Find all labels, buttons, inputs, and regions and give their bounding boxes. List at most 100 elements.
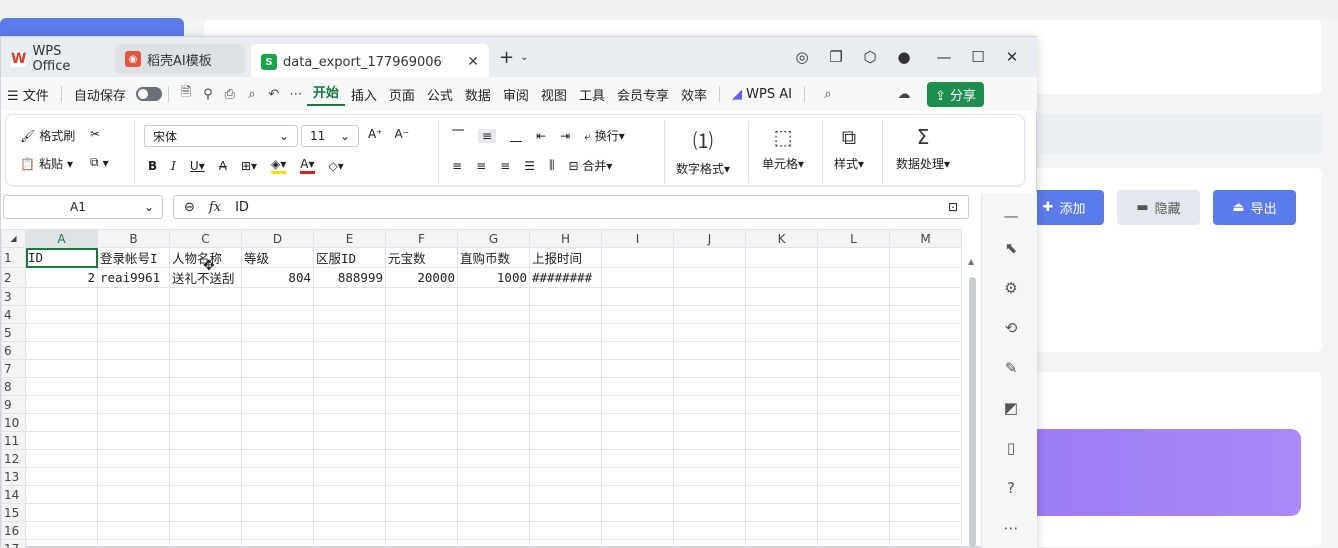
- export-button[interactable]: ⏏导出: [1213, 190, 1296, 225]
- cell[interactable]: [746, 306, 818, 324]
- cell[interactable]: [242, 306, 314, 324]
- cell[interactable]: [818, 450, 890, 468]
- cell[interactable]: [674, 468, 746, 486]
- cell[interactable]: [26, 396, 98, 414]
- cell[interactable]: [458, 342, 530, 360]
- cell[interactable]: [26, 522, 98, 540]
- cell[interactable]: [458, 486, 530, 504]
- cell[interactable]: [602, 486, 674, 504]
- cell[interactable]: [458, 432, 530, 450]
- cell[interactable]: [98, 360, 170, 378]
- cell[interactable]: [746, 360, 818, 378]
- cell[interactable]: [890, 360, 962, 378]
- cell[interactable]: [818, 306, 890, 324]
- cell[interactable]: [170, 504, 242, 522]
- cell[interactable]: [386, 504, 458, 522]
- cell[interactable]: [386, 396, 458, 414]
- cell[interactable]: [242, 288, 314, 306]
- cell[interactable]: [602, 378, 674, 396]
- cell[interactable]: [746, 450, 818, 468]
- indent-icon[interactable]: ⇥: [560, 129, 570, 143]
- help-icon[interactable]: ?: [1000, 477, 1022, 499]
- collapse-icon[interactable]: —: [1000, 205, 1022, 227]
- cell[interactable]: [242, 468, 314, 486]
- cell[interactable]: [314, 360, 386, 378]
- cell[interactable]: [818, 504, 890, 522]
- row-header[interactable]: 1: [2, 248, 26, 268]
- cell[interactable]: [170, 450, 242, 468]
- cell[interactable]: [746, 522, 818, 540]
- tab-page[interactable]: 页面: [383, 85, 421, 104]
- cell[interactable]: 元宝数: [386, 248, 458, 268]
- cell[interactable]: [98, 450, 170, 468]
- print-preview-icon[interactable]: ⌕: [241, 87, 263, 102]
- bold-icon[interactable]: B: [148, 159, 157, 173]
- chart-icon[interactable]: ◩: [1000, 397, 1022, 419]
- cell[interactable]: [98, 414, 170, 432]
- cell[interactable]: [98, 522, 170, 540]
- cell[interactable]: [674, 324, 746, 342]
- cell[interactable]: [530, 360, 602, 378]
- cell[interactable]: [26, 450, 98, 468]
- avatar[interactable]: ●: [887, 48, 921, 66]
- cell[interactable]: [458, 288, 530, 306]
- cube-icon[interactable]: ⬡: [853, 48, 887, 66]
- row-header[interactable]: 12: [2, 450, 26, 468]
- cell[interactable]: [530, 414, 602, 432]
- scrollbar-thumb[interactable]: [969, 277, 976, 547]
- cell[interactable]: [890, 504, 962, 522]
- cell[interactable]: [98, 378, 170, 396]
- cell[interactable]: [170, 324, 242, 342]
- hide-button[interactable]: ▬隐藏: [1117, 190, 1200, 225]
- cell[interactable]: [170, 486, 242, 504]
- cell[interactable]: [26, 360, 98, 378]
- cloud-upload-icon[interactable]: ☁: [893, 87, 915, 102]
- column-header[interactable]: A: [26, 230, 98, 248]
- cell[interactable]: [314, 522, 386, 540]
- cell[interactable]: ID: [26, 248, 98, 268]
- cell[interactable]: [674, 306, 746, 324]
- column-header[interactable]: G: [458, 230, 530, 248]
- maximize-icon[interactable]: ☐: [961, 48, 995, 66]
- cell-button[interactable]: ⬚单元格▾: [762, 125, 804, 172]
- row-header[interactable]: 3: [2, 288, 26, 306]
- cell[interactable]: [530, 432, 602, 450]
- cell[interactable]: [98, 468, 170, 486]
- cell[interactable]: [458, 504, 530, 522]
- cell[interactable]: [818, 248, 890, 268]
- cell[interactable]: [602, 522, 674, 540]
- cell[interactable]: [458, 468, 530, 486]
- cell[interactable]: 区服ID: [314, 248, 386, 268]
- cell[interactable]: [890, 486, 962, 504]
- cell[interactable]: [674, 248, 746, 268]
- select-all-corner[interactable]: ◢: [2, 230, 26, 248]
- cell[interactable]: [818, 324, 890, 342]
- share-button[interactable]: ⇪ 分享: [927, 82, 984, 107]
- cell[interactable]: [386, 342, 458, 360]
- cell[interactable]: [890, 248, 962, 268]
- cell[interactable]: [674, 414, 746, 432]
- tab-data[interactable]: 数据: [459, 85, 497, 104]
- cell[interactable]: 登录帐号I: [98, 248, 170, 268]
- search-icon[interactable]: ⌕: [817, 87, 839, 102]
- cell[interactable]: [674, 522, 746, 540]
- cell[interactable]: [746, 268, 818, 288]
- cell[interactable]: [386, 468, 458, 486]
- wrap-text-button[interactable]: ⤶ 换行▾: [584, 127, 625, 144]
- cell[interactable]: 上报时间: [530, 248, 602, 268]
- cell[interactable]: [602, 432, 674, 450]
- cell[interactable]: [170, 468, 242, 486]
- cell[interactable]: [674, 378, 746, 396]
- close-tab-icon[interactable]: ✕: [467, 54, 479, 70]
- cell[interactable]: [602, 360, 674, 378]
- cell[interactable]: 804: [242, 268, 314, 288]
- cell[interactable]: [386, 360, 458, 378]
- align-right-icon[interactable]: ≡: [500, 159, 510, 173]
- cell[interactable]: [98, 504, 170, 522]
- data-process-button[interactable]: Σ数据处理▾: [896, 125, 950, 172]
- cell[interactable]: [746, 342, 818, 360]
- cell[interactable]: [26, 432, 98, 450]
- cell[interactable]: [602, 468, 674, 486]
- font-size-select[interactable]: 11⌄: [301, 125, 359, 147]
- cell[interactable]: [746, 432, 818, 450]
